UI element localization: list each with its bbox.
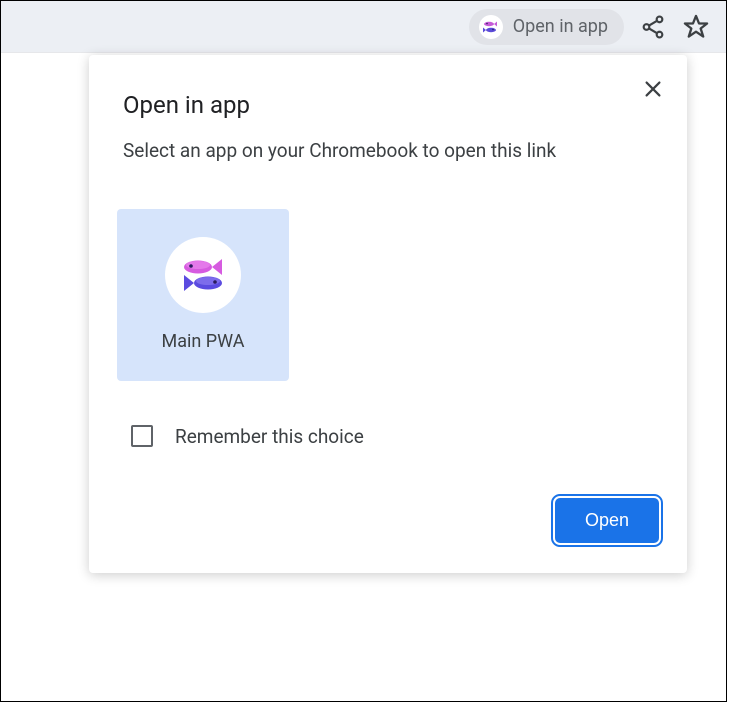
open-chip-label: Open in app bbox=[513, 16, 608, 37]
remember-label: Remember this choice bbox=[175, 425, 364, 448]
dialog-title: Open in app bbox=[123, 91, 659, 119]
dialog-actions: Open bbox=[123, 498, 659, 543]
remember-checkbox[interactable] bbox=[131, 425, 153, 447]
close-icon bbox=[642, 78, 664, 100]
remember-choice-row: Remember this choice bbox=[131, 425, 659, 448]
close-button[interactable] bbox=[639, 75, 667, 103]
open-in-app-chip[interactable]: Open in app bbox=[469, 9, 624, 45]
dialog-subtitle: Select an app on your Chromebook to open… bbox=[123, 137, 633, 165]
app-icon bbox=[165, 237, 241, 313]
share-icon[interactable] bbox=[640, 14, 666, 40]
browser-toolbar: Open in app bbox=[1, 1, 726, 53]
open-button[interactable]: Open bbox=[555, 498, 659, 543]
app-tile-label: Main PWA bbox=[162, 331, 245, 352]
app-icon bbox=[479, 15, 503, 39]
open-in-app-dialog: Open in app Select an app on your Chrome… bbox=[89, 55, 687, 573]
star-icon[interactable] bbox=[682, 13, 710, 41]
app-tile-main-pwa[interactable]: Main PWA bbox=[117, 209, 289, 381]
